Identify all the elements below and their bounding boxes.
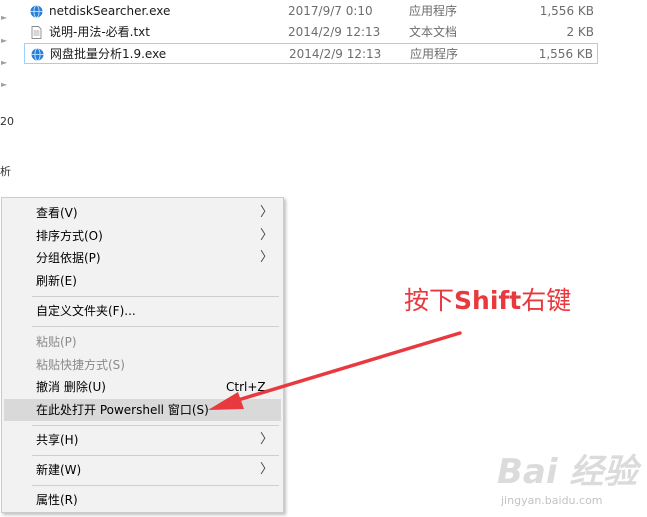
menu-item-properties[interactable]: 属性(R) bbox=[4, 489, 281, 511]
menu-item-label: 排序方式(O) bbox=[36, 229, 103, 243]
chevron-right-icon[interactable]: ► bbox=[1, 37, 9, 45]
menu-item-paste-shortcut: 粘贴快捷方式(S) bbox=[4, 354, 281, 376]
watermark-logo: Bai 经验 bbox=[497, 452, 638, 492]
file-date: 2014/2/9 12:13 bbox=[289, 47, 382, 61]
baidu-watermark: Bai 经验 jingyan.baidu.com bbox=[497, 452, 642, 514]
annotation-prefix: 按下 bbox=[404, 286, 455, 315]
menu-separator bbox=[32, 455, 279, 456]
exe-globe-icon bbox=[30, 5, 43, 18]
menu-item-label: 粘贴快捷方式(S) bbox=[36, 358, 125, 372]
exe-globe-icon bbox=[31, 48, 44, 61]
chevron-right-icon: 〉 bbox=[259, 228, 273, 243]
menu-item-label: 共享(H) bbox=[36, 433, 79, 447]
menu-item-label: 分组依据(P) bbox=[36, 251, 101, 265]
nav-item-fragment[interactable]: 析 bbox=[0, 163, 11, 179]
file-date: 2014/2/9 12:13 bbox=[288, 25, 381, 39]
context-menu: 查看(V) 〉 排序方式(O) 〉 分组依据(P) 〉 刷新(E) 自定义文件夹… bbox=[1, 197, 284, 513]
nav-item-fragment[interactable]: 20 bbox=[0, 115, 14, 128]
file-date: 2017/9/7 0:10 bbox=[288, 4, 373, 18]
chevron-right-icon: 〉 bbox=[259, 462, 273, 477]
menu-separator bbox=[32, 425, 279, 426]
menu-item-refresh[interactable]: 刷新(E) bbox=[4, 270, 281, 292]
menu-item-group-by[interactable]: 分组依据(P) 〉 bbox=[4, 247, 281, 269]
text-file-icon bbox=[31, 26, 42, 39]
file-row[interactable]: 说明-用法-必看.txt 2014/2/9 12:13 文本文档 2 KB bbox=[24, 22, 598, 43]
menu-item-label: 刷新(E) bbox=[36, 274, 77, 288]
menu-item-label: 粘贴(P) bbox=[36, 335, 77, 349]
menu-item-new[interactable]: 新建(W) 〉 bbox=[4, 459, 281, 481]
file-type: 应用程序 bbox=[410, 47, 459, 61]
menu-item-label: 查看(V) bbox=[36, 206, 78, 220]
menu-item-open-powershell[interactable]: 在此处打开 Powershell 窗口(S) bbox=[4, 399, 281, 421]
file-size: 2 KB bbox=[566, 25, 594, 39]
menu-item-label: 新建(W) bbox=[36, 463, 82, 477]
file-type: 文本文档 bbox=[409, 25, 458, 39]
menu-item-label: 自定义文件夹(F)... bbox=[36, 304, 136, 318]
annotation-key: Shift bbox=[454, 286, 522, 315]
annotation-suffix: 右键 bbox=[521, 286, 572, 315]
menu-item-shortcut: Ctrl+Z bbox=[226, 380, 266, 394]
chevron-right-icon: 〉 bbox=[259, 250, 273, 265]
watermark-url: jingyan.baidu.com bbox=[501, 494, 603, 507]
annotation-label: 按下Shift右键 bbox=[404, 285, 571, 317]
menu-item-label: 属性(R) bbox=[36, 493, 78, 507]
chevron-right-icon: 〉 bbox=[259, 432, 273, 447]
menu-item-customize-folder[interactable]: 自定义文件夹(F)... bbox=[4, 300, 281, 322]
chevron-right-icon[interactable]: ► bbox=[1, 81, 9, 89]
file-name: 说明-用法-必看.txt bbox=[49, 25, 150, 39]
file-row[interactable]: netdiskSearcher.exe 2017/9/7 0:10 应用程序 1… bbox=[24, 1, 598, 22]
menu-separator bbox=[32, 326, 279, 327]
menu-item-label: 在此处打开 Powershell 窗口(S) bbox=[36, 403, 209, 417]
file-row-selected[interactable]: 网盘批量分析1.9.exe 2014/2/9 12:13 应用程序 1,556 … bbox=[24, 43, 598, 64]
file-size: 1,556 KB bbox=[539, 4, 594, 18]
chevron-right-icon[interactable]: ► bbox=[1, 14, 9, 22]
chevron-right-icon[interactable]: ► bbox=[1, 59, 9, 67]
file-size: 1,556 KB bbox=[538, 47, 593, 61]
file-name: netdiskSearcher.exe bbox=[49, 4, 171, 18]
chevron-right-icon: 〉 bbox=[259, 205, 273, 220]
menu-item-paste: 粘贴(P) bbox=[4, 331, 281, 353]
menu-item-share[interactable]: 共享(H) 〉 bbox=[4, 429, 281, 451]
menu-item-view[interactable]: 查看(V) 〉 bbox=[4, 202, 281, 224]
menu-item-sort[interactable]: 排序方式(O) 〉 bbox=[4, 225, 281, 247]
file-type: 应用程序 bbox=[409, 4, 458, 18]
file-name: 网盘批量分析1.9.exe bbox=[50, 47, 167, 61]
menu-separator bbox=[32, 296, 279, 297]
menu-item-label: 撤消 删除(U) bbox=[36, 380, 106, 394]
menu-item-undo-delete[interactable]: 撤消 删除(U) Ctrl+Z bbox=[4, 376, 281, 398]
menu-separator bbox=[32, 485, 279, 486]
